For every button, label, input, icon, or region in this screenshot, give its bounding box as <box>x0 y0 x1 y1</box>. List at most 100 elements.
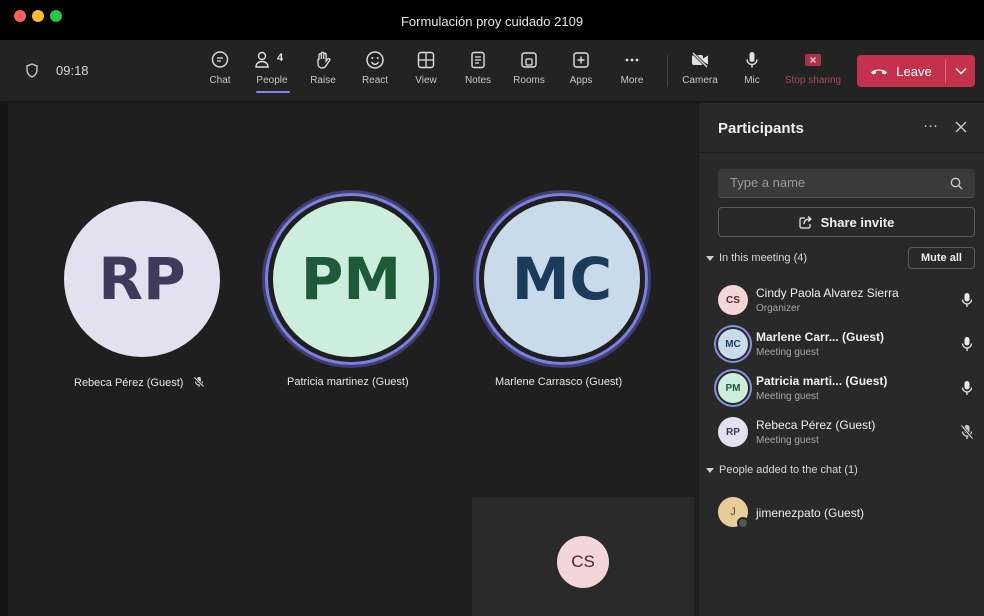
chat-icon <box>211 51 229 68</box>
in-meeting-section-toggle[interactable]: In this meeting (4) <box>706 252 807 264</box>
close-icon[interactable] <box>953 119 969 135</box>
share-invite-label: Share invite <box>820 214 895 230</box>
camera-off-icon <box>691 51 709 69</box>
microphone-icon[interactable] <box>961 292 973 308</box>
participant-row[interactable]: RP Rebeca Pérez (Guest) Meeting guest <box>699 412 984 454</box>
avatar-large: PM <box>273 201 429 357</box>
tile-name-label: Marlene Carrasco (Guest) <box>495 376 623 388</box>
stop-sharing-button[interactable]: Stop sharing <box>782 50 844 86</box>
people-icon <box>255 51 269 68</box>
stop-sharing-icon <box>805 54 821 66</box>
chat-people-section-toggle[interactable]: People added to the chat (1) <box>706 464 858 476</box>
participant-role: Meeting guest <box>756 435 819 446</box>
notes-label: Notes <box>464 75 492 86</box>
view-label: View <box>415 75 437 86</box>
tile-name-label: Rebeca Pérez (Guest) <box>74 376 205 389</box>
chat-person-row[interactable]: J jimenezpato (Guest) <box>699 495 984 531</box>
mic-button[interactable]: Mic <box>727 50 777 86</box>
people-count-badge: 4 <box>277 52 284 64</box>
chevron-down-icon <box>954 67 967 75</box>
panel-more-options-icon[interactable]: ··· <box>923 117 938 134</box>
leave-label: Leave <box>896 63 932 79</box>
people-label: People <box>256 75 288 86</box>
microphone-icon[interactable] <box>961 380 973 396</box>
avatar: CS <box>718 285 748 315</box>
view-button[interactable]: View <box>401 50 451 86</box>
leave-main-button[interactable]: Leave <box>857 55 945 87</box>
panel-title: Participants <box>718 120 804 137</box>
participant-row[interactable]: CS Cindy Paola Alvarez Sierra Organizer <box>699 280 984 322</box>
participant-role: Meeting guest <box>756 347 819 358</box>
people-button[interactable]: 4 People <box>247 50 297 93</box>
search-input[interactable] <box>730 175 940 190</box>
participant-name: Cindy Paola Alvarez Sierra <box>756 286 899 300</box>
avatar-large: RP <box>64 201 220 357</box>
rooms-label: Rooms <box>513 75 545 86</box>
more-label: More <box>620 75 644 86</box>
chat-button[interactable]: Chat <box>195 50 245 86</box>
meeting-stage: RP Rebeca Pérez (Guest) PM Patricia mart… <box>0 103 698 616</box>
raise-label: Raise <box>310 75 336 86</box>
panel-divider <box>699 152 984 153</box>
active-tab-indicator <box>256 91 290 93</box>
participant-name: Marlene Carr... (Guest) <box>756 330 885 344</box>
rooms-icon <box>521 52 537 68</box>
participant-name: Patricia marti... (Guest) <box>756 374 888 388</box>
leave-options-dropdown[interactable] <box>946 55 975 87</box>
shield-icon[interactable] <box>26 63 38 78</box>
apps-plus-icon <box>573 52 589 68</box>
participant-search[interactable] <box>718 169 975 198</box>
search-icon <box>950 177 963 190</box>
participant-role: Meeting guest <box>756 391 819 402</box>
participant-row[interactable]: MC Marlene Carr... (Guest) Meeting guest <box>699 324 984 366</box>
caret-down-icon <box>706 255 714 261</box>
self-avatar: CS <box>557 536 609 588</box>
share-invite-button[interactable]: Share invite <box>718 207 975 237</box>
chat-people-label: People added to the chat (1) <box>719 464 858 476</box>
raise-hand-icon <box>317 51 331 69</box>
window-title: Formulación proy cuidado 2109 <box>400 14 584 29</box>
toolbar-divider <box>667 55 668 87</box>
caret-down-icon <box>706 467 714 473</box>
avatar: MC <box>718 329 748 359</box>
mute-all-button[interactable]: Mute all <box>908 247 975 269</box>
share-icon <box>799 216 812 229</box>
notes-icon <box>471 51 485 69</box>
microphone-icon <box>746 52 758 68</box>
apps-button[interactable]: Apps <box>556 50 606 86</box>
participant-row[interactable]: PM Patricia marti... (Guest) Meeting gue… <box>699 368 984 410</box>
microphone-icon[interactable] <box>961 336 973 352</box>
rooms-button[interactable]: Rooms <box>504 50 554 86</box>
in-meeting-label: In this meeting (4) <box>719 252 808 264</box>
raise-hand-button[interactable]: Raise <box>298 50 348 86</box>
apps-label: Apps <box>569 75 593 86</box>
participant-name: Rebeca Pérez (Guest) <box>756 418 876 432</box>
mic-muted-icon <box>193 376 204 388</box>
meeting-timer: 09:18 <box>56 63 89 78</box>
tile-name-text: Rebeca Pérez (Guest) <box>74 377 184 389</box>
camera-label: Camera <box>682 75 718 86</box>
react-smiley-icon <box>366 51 384 69</box>
participant-role: Organizer <box>756 303 800 314</box>
avatar-large: MC <box>484 201 640 357</box>
stop-sharing-label: Stop sharing <box>784 75 842 86</box>
react-button[interactable]: React <box>350 50 400 86</box>
chat-label: Chat <box>209 75 231 86</box>
more-button[interactable]: More <box>607 50 657 86</box>
mic-muted-icon[interactable] <box>961 424 973 440</box>
meeting-toolbar: 09:18 Chat 4 People Raise React View Not… <box>0 40 984 102</box>
status-badge <box>737 517 749 529</box>
avatar: PM <box>718 373 748 403</box>
participants-panel: Participants ··· Share invite In this me… <box>698 103 984 616</box>
notes-button[interactable]: Notes <box>453 50 503 86</box>
chat-person-name: jimenezpato (Guest) <box>756 506 865 520</box>
hang-up-phone-icon <box>871 69 888 75</box>
avatar: RP <box>718 417 748 447</box>
tile-name-label: Patricia martinez (Guest) <box>287 376 409 388</box>
self-view-tile[interactable]: CS <box>472 497 694 616</box>
leave-button[interactable]: Leave <box>857 55 975 87</box>
title-bar: Formulación proy cuidado 2109 <box>0 0 984 40</box>
camera-button[interactable]: Camera <box>675 50 725 86</box>
mic-label: Mic <box>744 75 760 86</box>
view-grid-icon <box>417 51 435 69</box>
